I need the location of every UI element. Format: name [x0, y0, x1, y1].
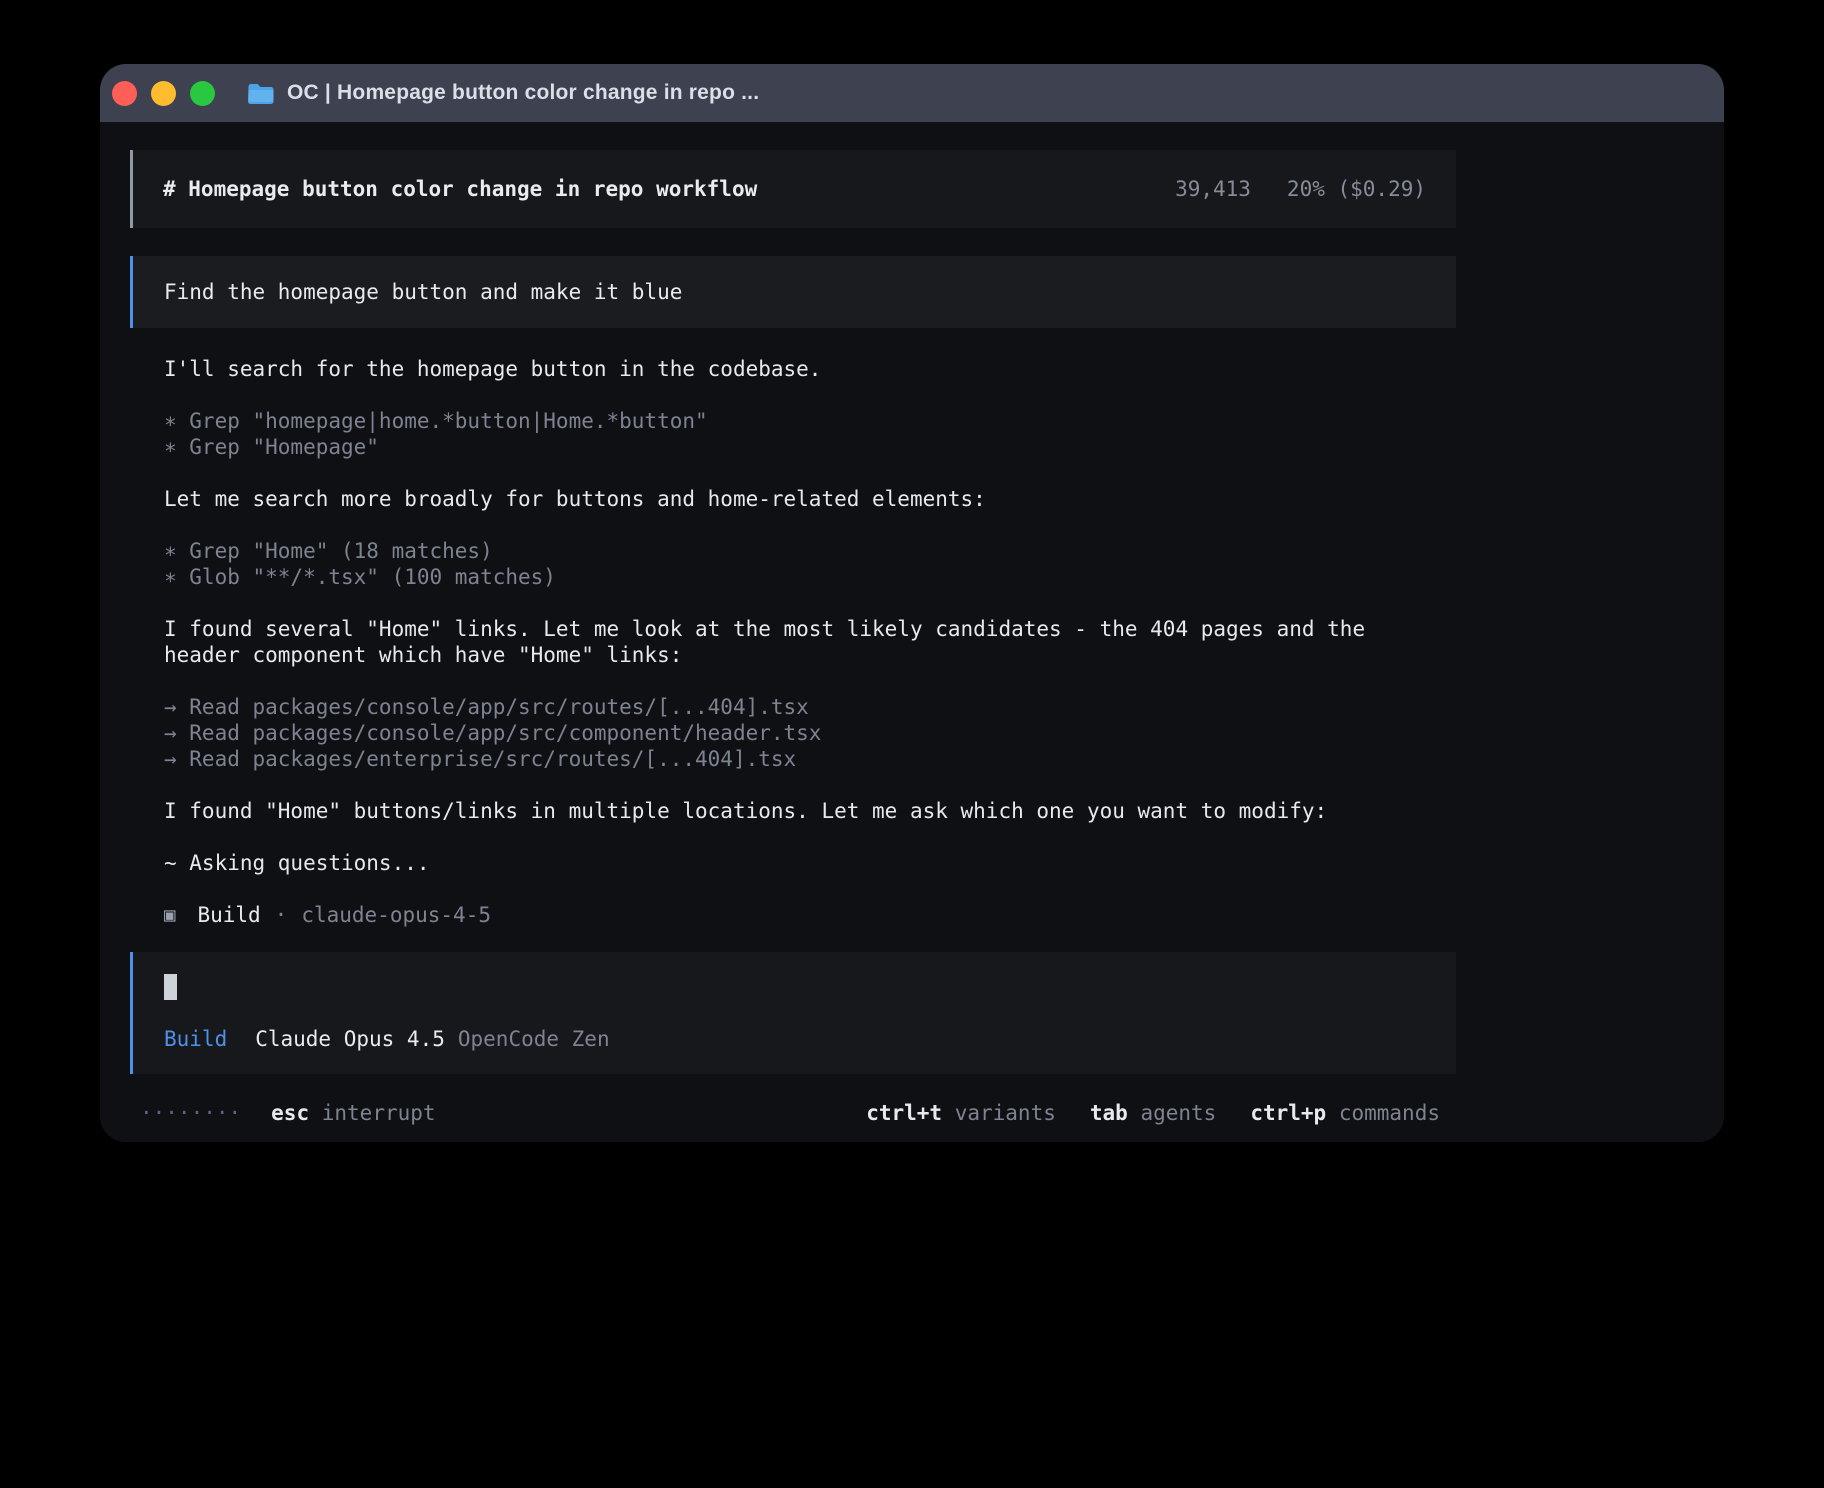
tool-call-glob: ∗ Glob "**/*.tsx" (100 matches) — [164, 564, 1422, 590]
traffic-lights — [112, 81, 215, 106]
titlebar[interactable]: OC | Homepage button color change in rep… — [100, 64, 1724, 122]
user-message-text: Find the homepage button and make it blu… — [164, 279, 682, 305]
agent-name: Build — [197, 902, 260, 928]
shortcut-label: variants — [955, 1101, 1056, 1125]
session-title: # Homepage button color change in repo w… — [163, 176, 757, 202]
shortcut-label: agents — [1140, 1101, 1216, 1125]
shortcut-variants: ctrl+t variants — [866, 1100, 1056, 1126]
assistant-status: ~ Asking questions... — [164, 850, 1422, 876]
user-message: Find the homepage button and make it blu… — [130, 256, 1456, 328]
shortcut-interrupt: esc interrupt — [271, 1100, 435, 1126]
terminal-content[interactable]: # Homepage button color change in repo w… — [100, 122, 1724, 1142]
agent-status-line: ▣ Build · claude-opus-4-5 — [164, 902, 1422, 928]
shortcut-key: tab — [1090, 1101, 1128, 1125]
shortcut-label: commands — [1339, 1101, 1440, 1125]
tool-call-read: → Read packages/console/app/src/routes/[… — [164, 694, 1422, 720]
assistant-text: I'll search for the homepage button in t… — [164, 356, 1422, 382]
assistant-text: I found several "Home" links. Let me loo… — [164, 616, 1422, 668]
assistant-response: I'll search for the homepage button in t… — [130, 356, 1456, 928]
session-header: # Homepage button color change in repo w… — [130, 150, 1456, 228]
tool-call-read: → Read packages/console/app/src/componen… — [164, 720, 1422, 746]
status-bar-right: ctrl+t variants tab agents ctrl+p comman… — [866, 1100, 1440, 1126]
agent-icon: ▣ — [164, 902, 175, 928]
input-line[interactable] — [164, 974, 1425, 1000]
assistant-text: I found "Home" buttons/links in multiple… — [164, 798, 1422, 824]
shortcut-agents: tab agents — [1090, 1100, 1216, 1126]
minimize-button[interactable] — [151, 81, 176, 106]
tool-call-grep: ∗ Grep "homepage|home.*button|Home.*butt… — [164, 408, 1422, 434]
assistant-text: Let me search more broadly for buttons a… — [164, 486, 1422, 512]
progress-dots: ········ — [140, 1100, 241, 1126]
zoom-button[interactable] — [190, 81, 215, 106]
tool-call-read: → Read packages/enterprise/src/routes/[.… — [164, 746, 1422, 772]
shortcut-key: ctrl+p — [1250, 1101, 1326, 1125]
tool-call-grep: ∗ Grep "Home" (18 matches) — [164, 538, 1422, 564]
session-stats: 39,413 20% ($0.29) — [1175, 176, 1426, 202]
close-button[interactable] — [112, 81, 137, 106]
input-status-line: Build Claude Opus 4.5 OpenCode Zen — [164, 1026, 1425, 1052]
folder-icon — [247, 82, 274, 104]
agent-separator: · — [275, 902, 288, 928]
agent-mode-label: Build — [164, 1026, 227, 1052]
context-usage: 20% ($0.29) — [1287, 176, 1426, 202]
agent-model: claude-opus-4-5 — [301, 902, 491, 928]
terminal-window: OC | Homepage button color change in rep… — [100, 64, 1724, 1142]
tool-call-grep: ∗ Grep "Homepage" — [164, 434, 1422, 460]
shortcut-key: ctrl+t — [866, 1101, 942, 1125]
prompt-input[interactable]: Build Claude Opus 4.5 OpenCode Zen — [130, 952, 1456, 1074]
window-title: OC | Homepage button color change in rep… — [287, 81, 759, 105]
status-bar-left: ········ esc interrupt — [140, 1100, 436, 1126]
status-bar: ········ esc interrupt ctrl+t variants t… — [130, 1100, 1456, 1126]
shortcut-commands: ctrl+p commands — [1250, 1100, 1440, 1126]
shortcut-key: esc — [271, 1101, 309, 1125]
text-cursor — [164, 974, 177, 1000]
token-count: 39,413 — [1175, 176, 1251, 202]
shortcut-label: interrupt — [322, 1101, 436, 1125]
title-area: OC | Homepage button color change in rep… — [247, 81, 759, 105]
provider-label: OpenCode Zen — [458, 1026, 610, 1052]
model-label: Claude Opus 4.5 — [255, 1026, 445, 1052]
